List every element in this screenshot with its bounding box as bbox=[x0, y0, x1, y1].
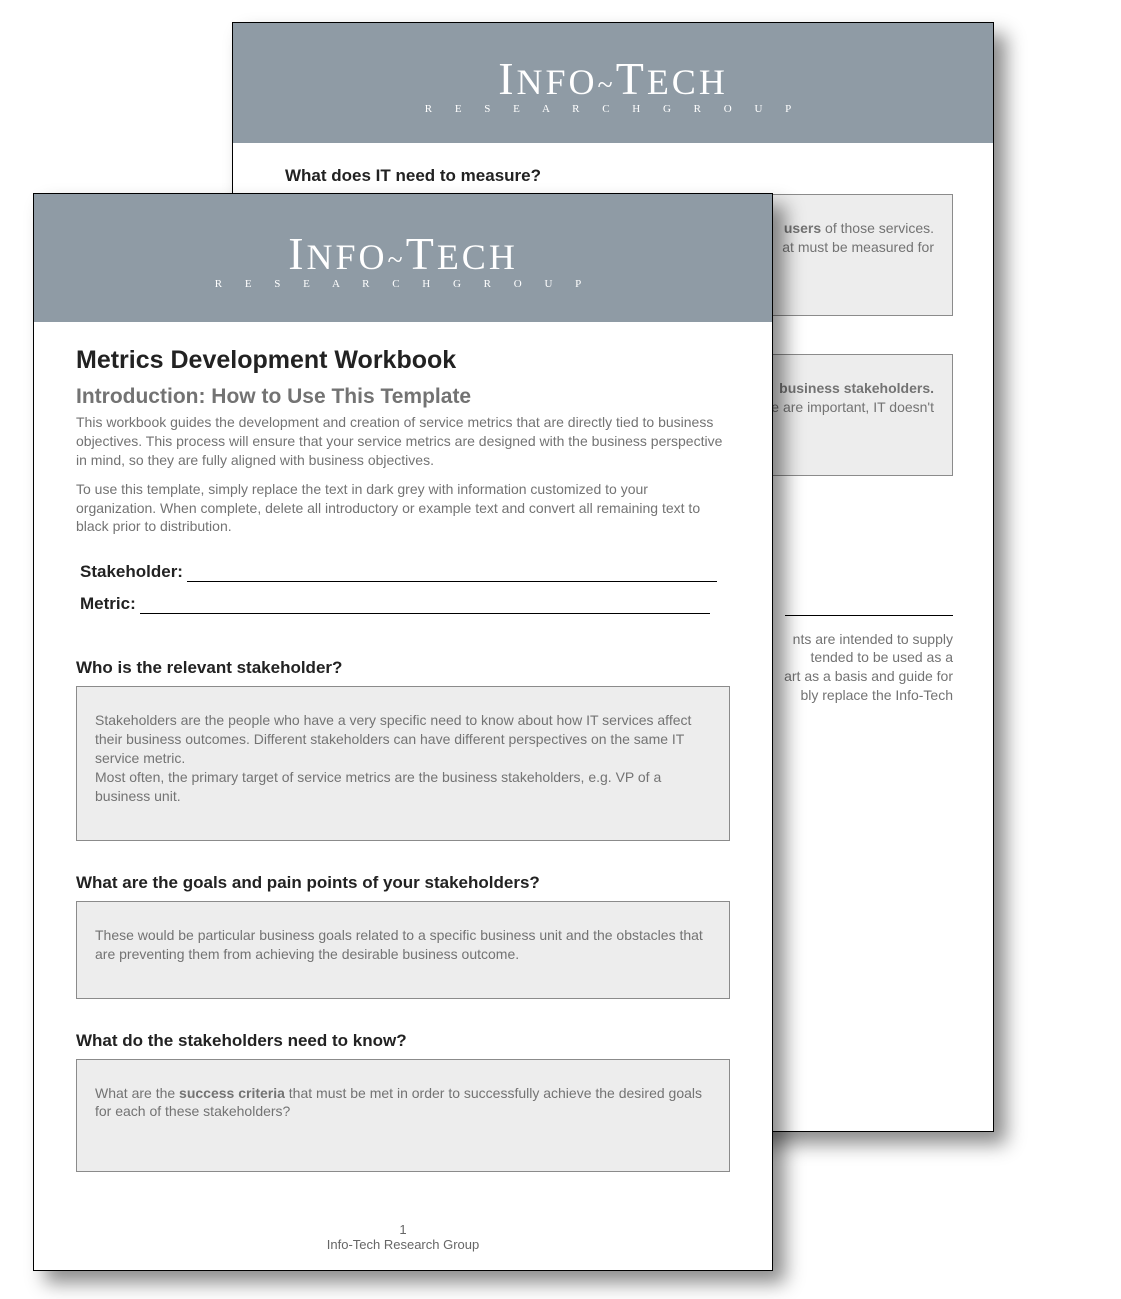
stakeholder-label: Stakeholder: bbox=[80, 562, 183, 582]
section3-heading: What do the stakeholders need to know? bbox=[76, 1031, 730, 1051]
metric-input-line[interactable] bbox=[140, 599, 710, 614]
p2-q1-heading: What does IT need to measure? bbox=[285, 166, 953, 186]
logo-banner: INFO~TECH R E S E A R C H G R O U P bbox=[34, 194, 772, 322]
document-page-1: INFO~TECH R E S E A R C H G R O U P Metr… bbox=[33, 193, 773, 1271]
logo-subtext: R E S E A R C H G R O U P bbox=[425, 103, 802, 115]
logo-text: INFO~TECH bbox=[288, 227, 518, 280]
logo-subtext: R E S E A R C H G R O U P bbox=[215, 278, 592, 290]
section2-box: These would be particular business goals… bbox=[76, 901, 730, 999]
logo-banner: INFO~TECH R E S E A R C H G R O U P bbox=[233, 23, 993, 143]
stakeholder-input-line[interactable] bbox=[187, 567, 717, 582]
section2-heading: What are the goals and pain points of yo… bbox=[76, 873, 730, 893]
intro-paragraph-1: This workbook guides the development and… bbox=[76, 413, 730, 470]
page-subtitle: Introduction: How to Use This Template bbox=[76, 385, 730, 409]
section1-box: Stakeholders are the people who have a v… bbox=[76, 686, 730, 840]
section1-heading: Who is the relevant stakeholder? bbox=[76, 658, 730, 678]
intro-paragraph-2: To use this template, simply replace the… bbox=[76, 480, 730, 537]
section3-box: What are the success criteria that must … bbox=[76, 1059, 730, 1173]
footer-org: Info-Tech Research Group bbox=[34, 1237, 772, 1252]
page-footer: 1 Info-Tech Research Group bbox=[34, 1222, 772, 1252]
divider-line bbox=[785, 614, 953, 616]
logo-text: INFO~TECH bbox=[498, 52, 728, 105]
page-number: 1 bbox=[34, 1222, 772, 1237]
metric-label: Metric: bbox=[80, 594, 136, 614]
page-title: Metrics Development Workbook bbox=[76, 346, 730, 375]
